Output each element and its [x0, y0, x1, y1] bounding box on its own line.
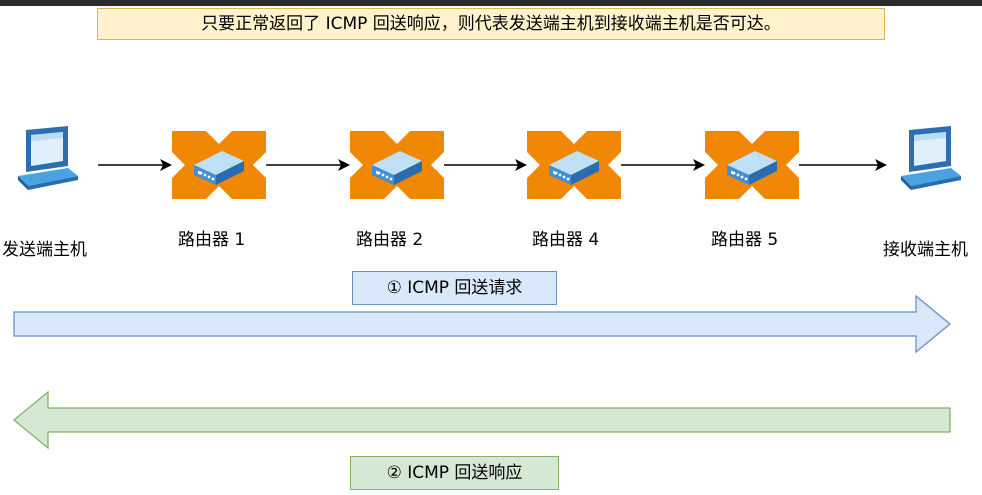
network-diagram: [12, 126, 961, 450]
router-4-icon: [527, 131, 621, 199]
request-message-box: ① ICMP 回送请求: [352, 271, 557, 305]
router-1-label: 路由器 1: [178, 230, 246, 250]
sender-laptop-icon: [18, 126, 78, 190]
router-2-label: 路由器 2: [356, 230, 424, 250]
receiver-label: 接收端主机: [883, 240, 968, 260]
reply-flow-arrow: [12, 390, 951, 450]
receiver-laptop-icon: [901, 126, 961, 190]
router-4-label: 路由器 4: [532, 230, 600, 250]
router-2-icon: [350, 131, 444, 199]
router-5-icon: [705, 131, 799, 199]
router-1-icon: [172, 131, 266, 199]
reply-message-box: ② ICMP 回送响应: [350, 456, 559, 490]
router-5-label: 路由器 5: [711, 230, 779, 250]
sender-label: 发送端主机: [2, 240, 87, 260]
